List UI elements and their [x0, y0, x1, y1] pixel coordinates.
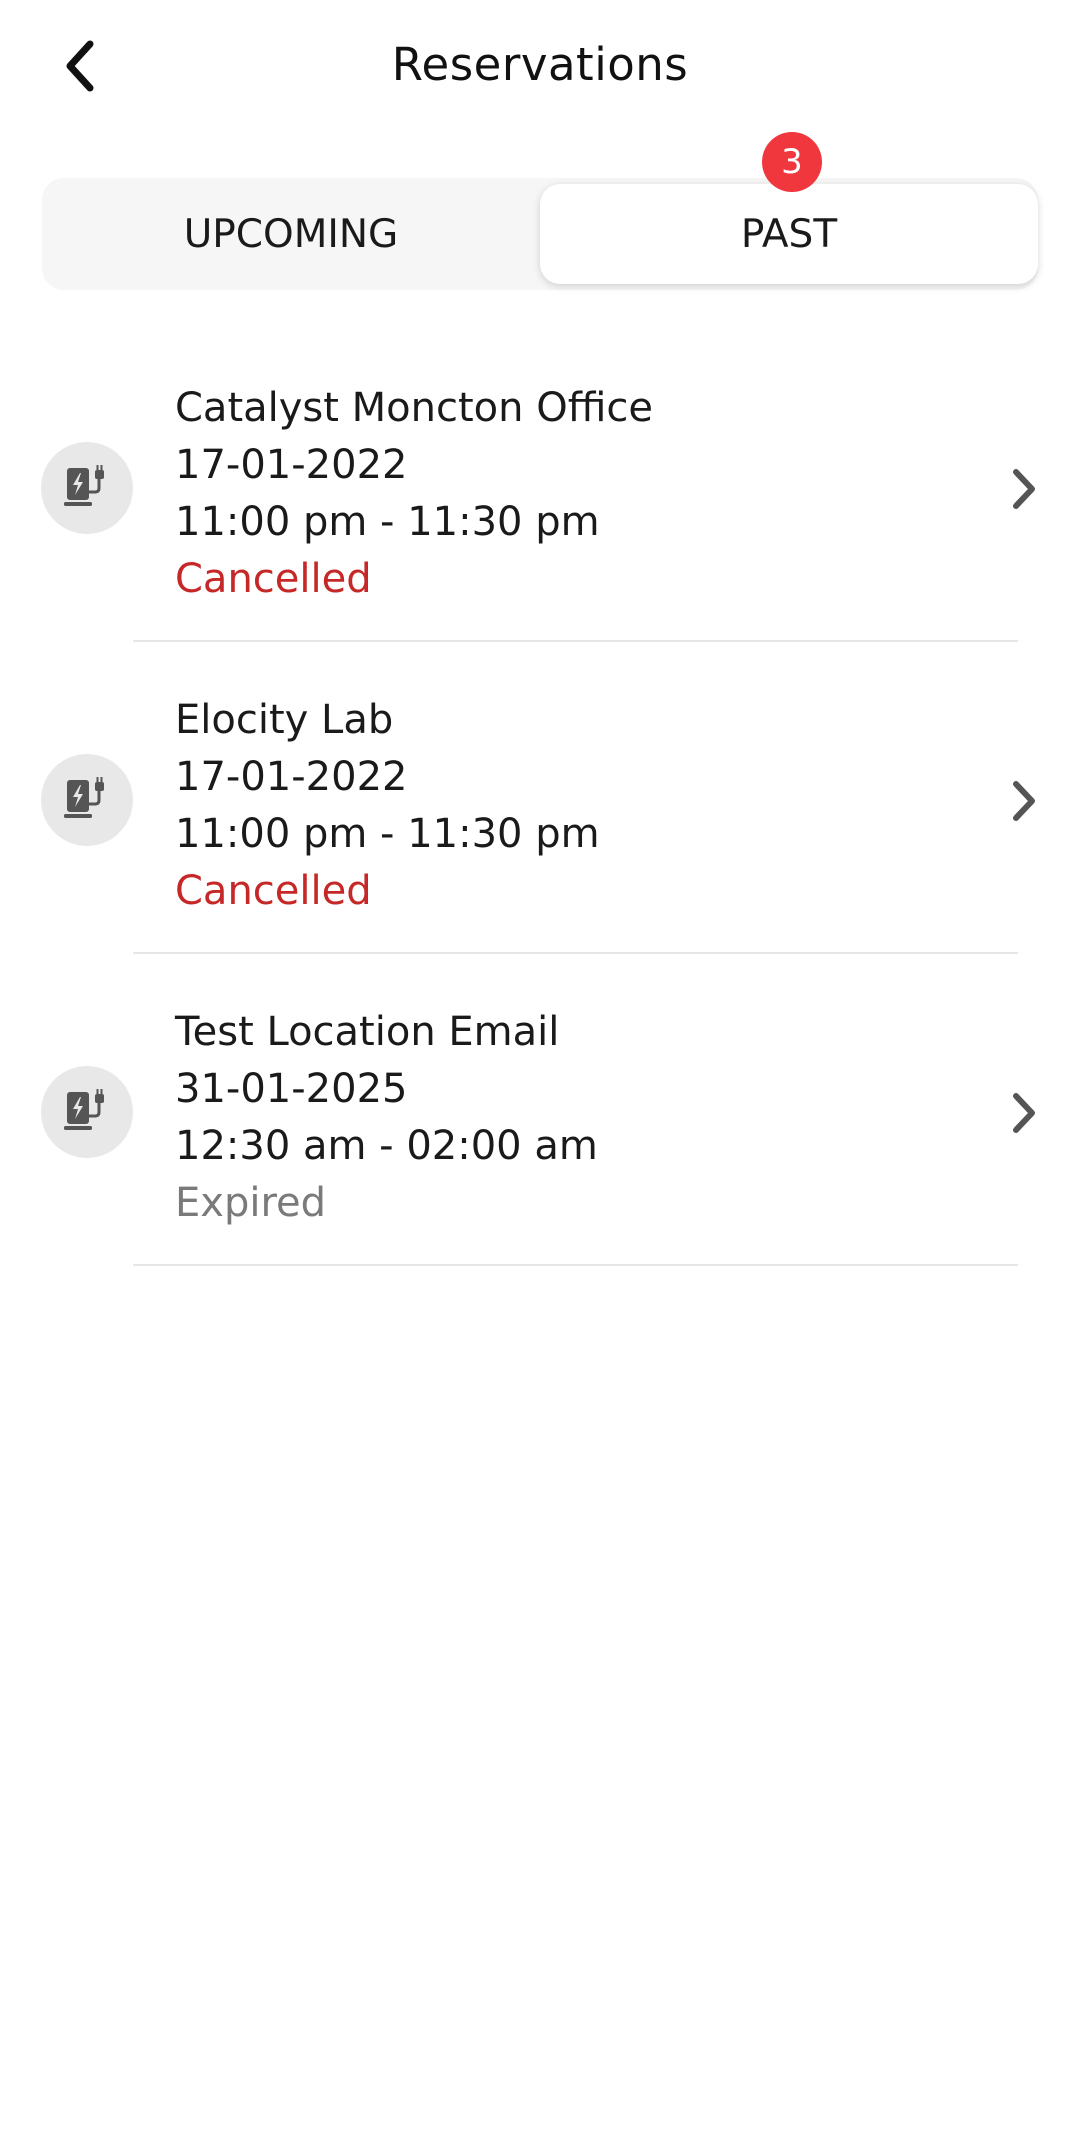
chevron-right-icon[interactable]: [1004, 776, 1044, 826]
notification-badge: 3: [762, 132, 822, 192]
reservation-date: 17-01-2022: [175, 754, 408, 800]
reservation-status: Expired: [175, 1180, 327, 1226]
reservation-status: Cancelled: [175, 868, 372, 914]
reservation-date: 31-01-2025: [175, 1066, 408, 1112]
reservation-time: 11:00 pm - 11:30 pm: [175, 499, 600, 545]
reservation-details: Test Location Email 31-01-2025 12:30 am - …: [175, 1004, 975, 1232]
chevron-right-icon[interactable]: [1004, 464, 1044, 514]
app-header: Reservations: [0, 0, 1080, 132]
reservation-list: Catalyst Moncton Office 17-01-2022 11:00 p…: [0, 330, 1080, 1266]
divider: [133, 1264, 1018, 1266]
page-title: Reservations: [391, 38, 689, 91]
ev-charger-icon: [41, 754, 133, 846]
reservation-item[interactable]: Elocity Lab 17-01-2022 11:00 pm - 11:30 pm…: [0, 642, 1080, 954]
reservation-details: Catalyst Moncton Office 17-01-2022 11:00 p…: [175, 380, 975, 608]
tab-bar: UPCOMING PAST: [42, 178, 1038, 290]
reservation-item[interactable]: Test Location Email 31-01-2025 12:30 am - …: [0, 954, 1080, 1266]
reservation-item[interactable]: Catalyst Moncton Office 17-01-2022 11:00 p…: [0, 330, 1080, 642]
reservation-location: Catalyst Moncton Office: [175, 385, 653, 431]
reservation-location: Test Location Email: [175, 1009, 560, 1055]
tab-upcoming[interactable]: UPCOMING: [42, 178, 540, 290]
tab-past[interactable]: PAST: [540, 184, 1038, 284]
reservation-status: Cancelled: [175, 556, 372, 602]
chevron-right-icon[interactable]: [1004, 1088, 1044, 1138]
reservation-location: Elocity Lab: [175, 697, 394, 743]
reservation-details: Elocity Lab 17-01-2022 11:00 pm - 11:30 pm…: [175, 692, 975, 920]
reservation-time: 12:30 am - 02:00 am: [175, 1123, 598, 1169]
ev-charger-icon: [41, 1066, 133, 1158]
ev-charger-icon: [41, 442, 133, 534]
reservation-time: 11:00 pm - 11:30 pm: [175, 811, 600, 857]
reservation-date: 17-01-2022: [175, 442, 408, 488]
